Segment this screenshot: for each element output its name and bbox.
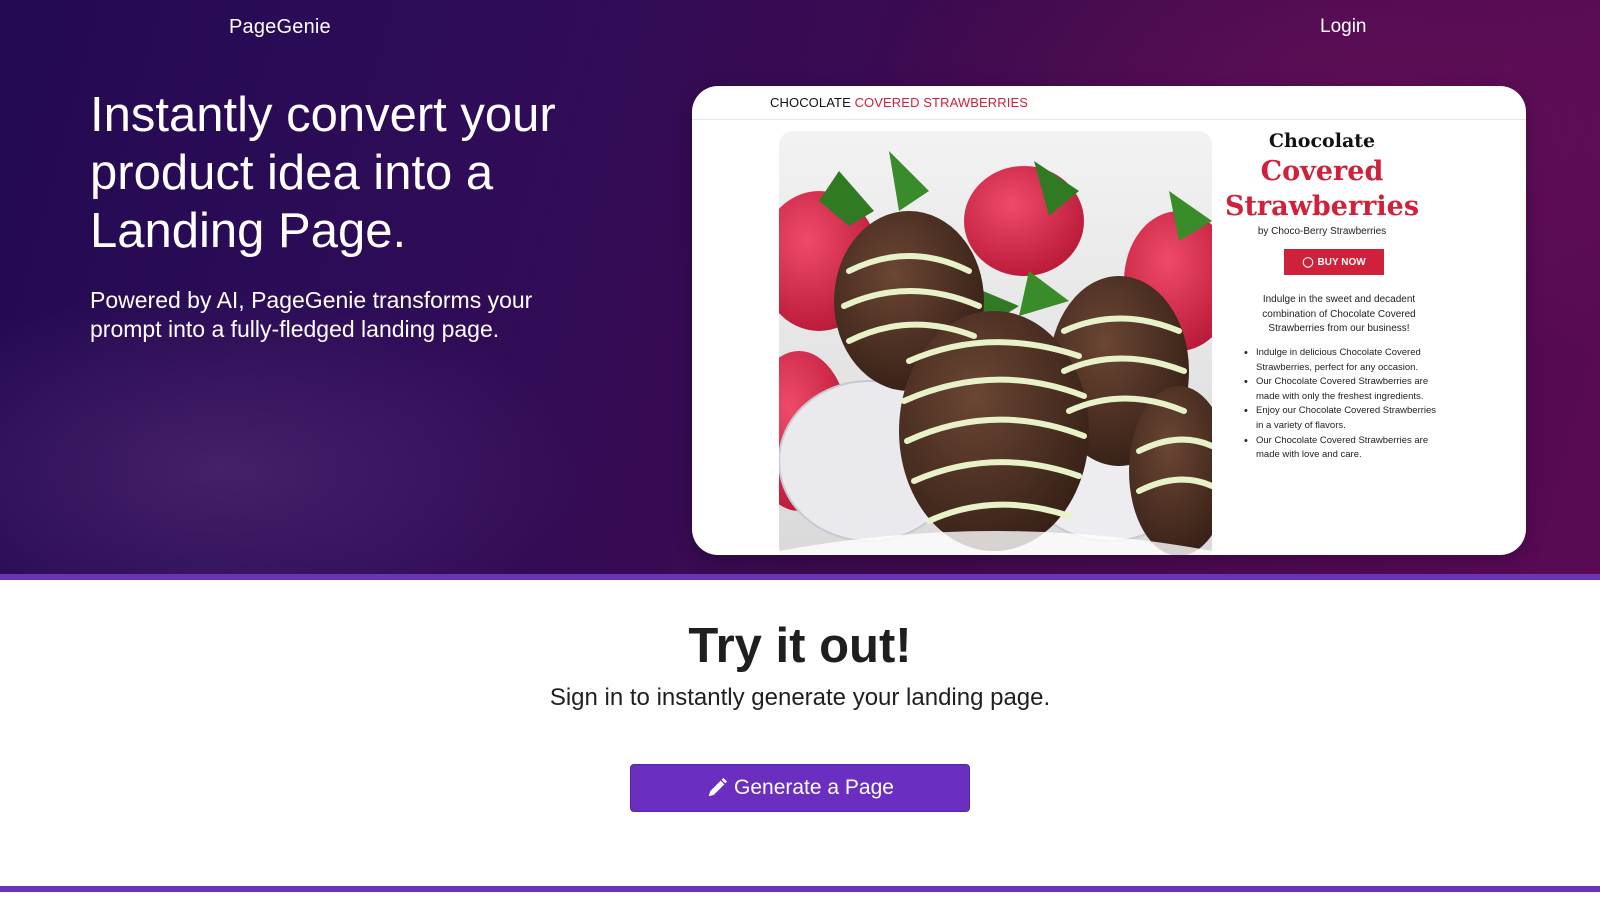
strawberry-illustration [779, 131, 1212, 555]
hero-headline: Instantly convert your product idea into… [90, 88, 556, 258]
generate-page-button[interactable]: Generate a Page [630, 764, 970, 812]
list-item: Enjoy our Chocolate Covered Strawberries… [1244, 404, 1444, 433]
login-link[interactable]: Login [1320, 16, 1367, 38]
preview-brand-part1: CHOCOLATE [770, 95, 855, 110]
cta-title: Try it out! [688, 619, 912, 673]
cta-subtitle: Sign in to instantly generate your landi… [549, 684, 1051, 711]
brand-logo[interactable]: PageGenie [229, 16, 331, 39]
preview-title-line2: Covered Strawberries [1224, 156, 1420, 222]
list-item: Our Chocolate Covered Strawberries are m… [1244, 375, 1444, 404]
buy-now-button[interactable]: ◯ BUY NOW [1284, 249, 1384, 275]
list-item: Our Chocolate Covered Strawberries are m… [1244, 434, 1444, 463]
preview-brand-part2: COVERED STRAWBERRIES [854, 95, 1028, 110]
list-item: Indulge in delicious Chocolate Covered S… [1244, 346, 1444, 375]
generate-page-label: Generate a Page [734, 776, 894, 799]
preview-description: Indulge in the sweet and decadent combin… [1262, 294, 1416, 334]
preview-title-line1: Chocolate [1268, 130, 1376, 152]
preview-byline: by Choco-Berry Strawberries [1257, 226, 1387, 237]
preview-brand: CHOCOLATE COVERED STRAWBERRIES [770, 95, 1028, 110]
hero-subheadline: Powered by AI, PageGenie transforms your… [90, 287, 533, 342]
pencil-icon [708, 777, 728, 797]
preview-navbar: CHOCOLATE COVERED STRAWBERRIES [692, 86, 1526, 120]
cart-icon: ◯ [1302, 256, 1314, 268]
landing-page-preview: CHOCOLATE COVERED STRAWBERRIES Chocolate… [692, 86, 1526, 555]
hero-divider [0, 574, 1600, 580]
hero-section: PageGenie Login Instantly convert your p… [0, 0, 1600, 578]
footer-divider [0, 886, 1600, 892]
product-photo [779, 131, 1212, 555]
preview-feature-list: Indulge in delicious Chocolate Covered S… [1244, 346, 1444, 463]
buy-now-label: BUY NOW [1317, 256, 1366, 268]
